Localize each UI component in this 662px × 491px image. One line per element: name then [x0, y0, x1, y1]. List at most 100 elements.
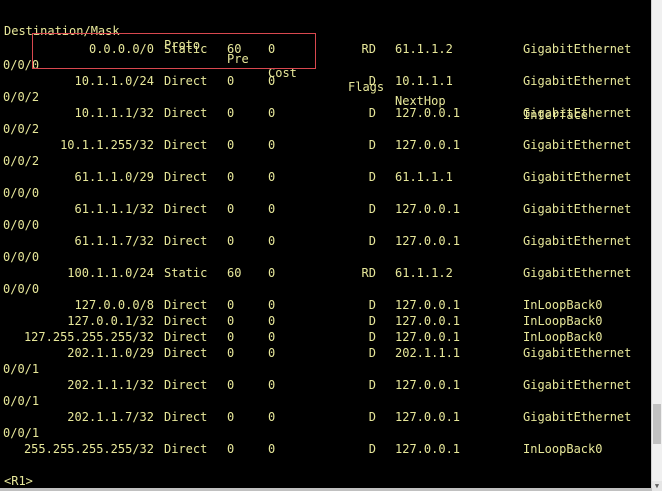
table-header: Destination/Mask Proto Pre Cost Flags Ne…: [4, 10, 644, 122]
route-destination: 10.1.1.1/32: [74, 106, 154, 120]
route-destination: 127.0.0.0/8: [74, 298, 154, 312]
route-nexthop: 127.0.0.1: [395, 378, 461, 392]
route-flags: RD: [361, 42, 376, 56]
route-interface: InLoopBack0: [523, 314, 603, 328]
route-pre: 0: [227, 106, 235, 120]
route-nexthop: 127.0.0.1: [395, 202, 461, 216]
route-pre: 0: [227, 410, 235, 424]
route-interface: GigabitEthernet: [523, 170, 632, 184]
route-pre: 0: [227, 138, 235, 152]
route-proto: Direct: [164, 202, 208, 216]
route-cost: 0: [268, 202, 276, 216]
route-nexthop: 127.0.0.1: [395, 330, 461, 344]
route-pre: 0: [227, 378, 235, 392]
route-interface-continuation: 0/0/2: [3, 154, 40, 168]
table-row: 202.1.1.7/32 Direct 0 0 D 127.0.0.1 GigabitEth…: [4, 410, 644, 424]
route-nexthop: 61.1.1.1: [395, 170, 453, 184]
route-nexthop: 127.0.0.1: [395, 298, 461, 312]
route-interface-continuation: 0/0/2: [3, 122, 40, 136]
route-cost: 0: [268, 266, 276, 280]
route-nexthop: 10.1.1.1: [395, 74, 453, 88]
route-proto: Static: [164, 266, 208, 280]
table-row: 61.1.1.0/29 Direct 0 0 D 61.1.1.1 GigabitEther…: [4, 170, 644, 184]
route-flags: D: [368, 410, 376, 424]
route-flags: D: [368, 106, 376, 120]
route-interface: GigabitEthernet: [523, 234, 632, 248]
route-nexthop: 127.0.0.1: [395, 314, 461, 328]
route-destination: 61.1.1.7/32: [74, 234, 154, 248]
route-cost: 0: [268, 234, 276, 248]
route-interface-continuation: 0/0/0: [3, 186, 40, 200]
table-row: 10.1.1.255/32 Direct 0 0 D 127.0.0.1 GigabitEt…: [4, 138, 644, 152]
route-flags: D: [368, 138, 376, 152]
route-destination: 202.1.1.7/32: [67, 410, 154, 424]
route-flags: D: [368, 346, 376, 360]
route-proto: Direct: [164, 442, 208, 456]
route-flags: D: [368, 442, 376, 456]
route-destination: 100.1.1.0/24: [67, 266, 154, 280]
route-destination: 127.0.0.1/32: [67, 314, 154, 328]
route-flags: D: [368, 298, 376, 312]
scroll-thumb[interactable]: [653, 404, 661, 444]
route-proto: Direct: [164, 234, 208, 248]
route-cost: 0: [268, 330, 276, 344]
route-destination: 127.255.255.255/32: [23, 330, 154, 344]
route-cost: 0: [268, 298, 276, 312]
route-interface: GigabitEthernet: [523, 410, 632, 424]
route-proto: Direct: [164, 378, 208, 392]
table-row: 202.1.1.1/32 Direct 0 0 D 127.0.0.1 GigabitEth…: [4, 378, 644, 392]
route-interface: InLoopBack0: [523, 442, 603, 456]
route-nexthop: 61.1.1.2: [395, 266, 453, 280]
table-row: 100.1.1.0/24 Static 60 0 RD 61.1.1.2 GigabitEt…: [4, 266, 644, 280]
route-pre: 0: [227, 202, 235, 216]
route-interface-continuation: 0/0/1: [3, 426, 40, 440]
route-pre: 0: [227, 330, 235, 344]
route-cost: 0: [268, 314, 276, 328]
route-interface: GigabitEthernet: [523, 74, 632, 88]
vertical-scrollbar[interactable]: ▼: [651, 0, 662, 491]
route-flags: D: [368, 378, 376, 392]
route-nexthop: 127.0.0.1: [395, 410, 461, 424]
route-nexthop: 202.1.1.1: [395, 346, 461, 360]
terminal-output[interactable]: Destination/Mask Proto Pre Cost Flags Ne…: [0, 0, 652, 491]
route-interface: InLoopBack0: [523, 330, 603, 344]
route-flags: RD: [361, 266, 376, 280]
route-cost: 0: [268, 74, 276, 88]
command-prompt[interactable]: <R1>: [4, 474, 33, 488]
route-interface-continuation: 0/0/1: [3, 394, 40, 408]
route-flags: D: [368, 330, 376, 344]
route-flags: D: [368, 314, 376, 328]
route-destination: 61.1.1.0/29: [74, 170, 154, 184]
route-pre: 60: [227, 266, 242, 280]
route-proto: Direct: [164, 138, 208, 152]
route-cost: 0: [268, 106, 276, 120]
route-flags: D: [368, 202, 376, 216]
route-nexthop: 127.0.0.1: [395, 138, 461, 152]
route-pre: 0: [227, 314, 235, 328]
route-proto: Direct: [164, 74, 208, 88]
route-interface: GigabitEthernet: [523, 42, 632, 56]
route-nexthop: 127.0.0.1: [395, 442, 461, 456]
route-interface-continuation: 0/0/0: [3, 282, 40, 296]
route-proto: Direct: [164, 410, 208, 424]
table-row: 61.1.1.1/32 Direct 0 0 D 127.0.0.1 GigabitEthe…: [4, 202, 644, 216]
route-pre: 0: [227, 442, 235, 456]
table-row: 127.255.255.255/32 Direct 0 0 D 127.0.0.1 InLo…: [4, 330, 644, 344]
highlight-box: [32, 33, 316, 69]
route-pre: 0: [227, 74, 235, 88]
table-row: 10.1.1.1/32 Direct 0 0 D 127.0.0.1 GigabitEthe…: [4, 106, 644, 120]
route-interface-continuation: 0/0/2: [3, 90, 40, 104]
route-proto: Direct: [164, 314, 208, 328]
route-interface: GigabitEthernet: [523, 266, 632, 280]
scroll-down-arrow-icon[interactable]: ▼: [652, 481, 662, 491]
table-row: 127.0.0.1/32 Direct 0 0 D 127.0.0.1 InLoopBack…: [4, 314, 644, 328]
route-destination: 202.1.1.1/32: [67, 378, 154, 392]
table-row: 61.1.1.7/32 Direct 0 0 D 127.0.0.1 GigabitEthe…: [4, 234, 644, 248]
route-nexthop: 127.0.0.1: [395, 106, 461, 120]
route-pre: 0: [227, 170, 235, 184]
table-row: 202.1.1.0/29 Direct 0 0 D 202.1.1.1 GigabitEth…: [4, 346, 644, 360]
route-destination: 202.1.1.0/29: [67, 346, 154, 360]
table-row: 10.1.1.0/24 Direct 0 0 D 10.1.1.1 GigabitEther…: [4, 74, 644, 88]
route-proto: Direct: [164, 170, 208, 184]
route-pre: 0: [227, 346, 235, 360]
